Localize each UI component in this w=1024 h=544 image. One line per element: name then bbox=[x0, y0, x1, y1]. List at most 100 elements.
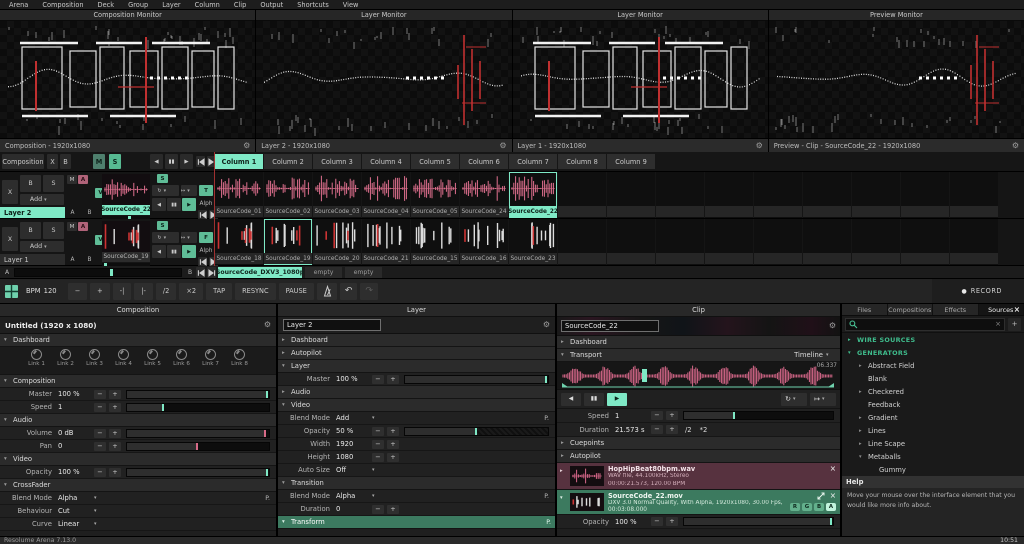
clip-cell-sourcecode-24[interactable]: SourceCode_24 bbox=[460, 172, 508, 218]
tab-files[interactable]: Files bbox=[842, 304, 888, 315]
empty-clip-cell[interactable] bbox=[852, 219, 900, 265]
decrement-button[interactable]: − bbox=[651, 411, 663, 420]
active-clip-name[interactable]: SourceCode_22 bbox=[102, 205, 150, 215]
layer-mute-button[interactable]: M bbox=[67, 222, 77, 231]
param-value[interactable]: 1 bbox=[58, 403, 94, 411]
transport-mode-button[interactable]: F bbox=[199, 232, 213, 243]
clear-layer-button[interactable]: X bbox=[2, 180, 18, 204]
increment-button[interactable]: + bbox=[666, 411, 678, 420]
column-header-8[interactable]: Column 8 bbox=[558, 154, 606, 169]
prev-frame-button[interactable]: ◀ bbox=[152, 245, 166, 258]
dashboard-link-2[interactable]: Link 2 bbox=[55, 349, 77, 374]
audio-file-card[interactable]: ▸HopHipBeat80bpm.wavWAV file, 44.100kHz,… bbox=[557, 463, 840, 490]
clip-cell-sourcecode-01[interactable]: SourceCode_01 bbox=[215, 172, 263, 218]
increment-button[interactable]: + bbox=[109, 442, 121, 451]
decrement-button[interactable]: − bbox=[372, 375, 384, 384]
layer-audio-button[interactable]: A bbox=[78, 175, 88, 184]
tree-item-checkered[interactable]: ▸Checkered bbox=[842, 385, 1024, 398]
bpm-button-item[interactable]: − bbox=[68, 283, 88, 300]
channel-g-chip[interactable]: G bbox=[802, 503, 812, 511]
param-value[interactable]: Cut bbox=[58, 507, 94, 515]
deck-tab-3[interactable]: empty bbox=[345, 267, 382, 278]
section-header-transform[interactable]: ▾TransformP. bbox=[278, 516, 555, 529]
alpha-blend-label[interactable]: Alph bbox=[198, 198, 214, 209]
settings-gear-icon[interactable]: ⚙ bbox=[264, 321, 271, 329]
param-value[interactable]: Alpha bbox=[336, 492, 372, 500]
clear-search-icon[interactable]: × bbox=[995, 320, 1001, 328]
dashboard-link-3[interactable]: Link 3 bbox=[84, 349, 106, 374]
param-value[interactable]: 50 % bbox=[336, 427, 372, 435]
column-header-6[interactable]: Column 6 bbox=[460, 154, 508, 169]
settings-gear-icon[interactable]: ⚙ bbox=[1012, 142, 1019, 150]
increment-button[interactable]: + bbox=[387, 505, 399, 514]
alpha-blend-label[interactable]: Alph bbox=[198, 245, 214, 256]
decrement-button[interactable]: − bbox=[94, 468, 106, 477]
empty-clip-cell[interactable] bbox=[754, 172, 802, 218]
param-value[interactable]: 1080 bbox=[336, 453, 372, 461]
section-header-autopilot[interactable]: ▸Autopilot bbox=[557, 450, 840, 463]
dashboard-link-8[interactable]: Link 8 bbox=[229, 349, 251, 374]
clip-waveform[interactable]: 06.337 bbox=[557, 362, 840, 390]
close-icon[interactable]: × bbox=[830, 465, 836, 473]
crossfade-b-assign[interactable]: B bbox=[85, 208, 94, 217]
decrement-button[interactable]: − bbox=[372, 440, 384, 449]
clip-cell-sourcecode-22[interactable]: SourceCode_22 bbox=[509, 172, 557, 218]
scale-button-2[interactable]: /2 bbox=[681, 426, 696, 434]
decrement-button[interactable]: − bbox=[372, 427, 384, 436]
column-header-5[interactable]: Column 5 bbox=[411, 154, 459, 169]
loop-mode-button[interactable]: ↻▾ bbox=[781, 393, 807, 406]
section-header-transport[interactable]: ▾TransportTimeline▾ bbox=[557, 349, 840, 362]
empty-clip-cell[interactable] bbox=[754, 219, 802, 265]
param-slider[interactable] bbox=[683, 411, 834, 420]
param-value[interactable]: 100 % bbox=[58, 390, 94, 398]
clip-cell-sourcecode-20[interactable]: SourceCode_20 bbox=[313, 219, 361, 265]
decrement-button[interactable]: − bbox=[94, 442, 106, 451]
clip-cell-sourcecode-23[interactable]: SourceCode_23 bbox=[509, 219, 557, 265]
menu-arena[interactable]: Arena bbox=[2, 1, 35, 9]
param-value[interactable]: 100 % bbox=[615, 518, 651, 526]
param-value[interactable]: Off bbox=[336, 466, 372, 474]
tree-item-gummy[interactable]: Gummy bbox=[842, 463, 1024, 476]
decrement-button[interactable]: − bbox=[94, 429, 106, 438]
clip-cell-sourcecode-05[interactable]: SourceCode_05 bbox=[411, 172, 459, 218]
empty-clip-cell[interactable] bbox=[607, 172, 655, 218]
dashboard-link-6[interactable]: Link 6 bbox=[171, 349, 193, 374]
section-header-composition[interactable]: ▾Composition bbox=[0, 375, 276, 388]
active-clip-name[interactable]: SourceCode_19 bbox=[102, 252, 150, 262]
empty-clip-cell[interactable] bbox=[705, 172, 753, 218]
clear-all-button[interactable]: X bbox=[47, 154, 58, 169]
bpm-button-item[interactable]: + bbox=[90, 283, 110, 300]
bypass-layer-button[interactable]: B bbox=[20, 175, 41, 192]
column-header-7[interactable]: Column 7 bbox=[509, 154, 557, 169]
settings-gear-icon[interactable]: ⚙ bbox=[243, 142, 250, 150]
increment-button[interactable]: + bbox=[387, 427, 399, 436]
empty-clip-cell[interactable] bbox=[901, 219, 949, 265]
clip-cell-sourcecode-03[interactable]: SourceCode_03 bbox=[313, 172, 361, 218]
tree-item-line-scape[interactable]: ▸Line Scape bbox=[842, 437, 1024, 450]
increment-button[interactable]: + bbox=[109, 429, 121, 438]
record-button[interactable]: ●RECORD bbox=[932, 279, 1024, 303]
deck-tab-2[interactable]: empty bbox=[305, 267, 342, 278]
section-header-transition[interactable]: ▾Transition bbox=[278, 477, 555, 490]
empty-clip-cell[interactable] bbox=[950, 172, 998, 218]
section-header-video[interactable]: ▾Video bbox=[278, 399, 555, 412]
prev-column-button[interactable]: ◀ bbox=[150, 154, 163, 169]
bypass-layer-button[interactable]: B bbox=[20, 222, 41, 239]
search-box[interactable]: × bbox=[845, 318, 1005, 331]
layer-name[interactable]: Layer 2 bbox=[0, 207, 65, 218]
skip-forward-button[interactable] bbox=[207, 267, 216, 278]
solo-layer-button[interactable]: S bbox=[43, 222, 64, 239]
expand-icon[interactable] bbox=[817, 492, 825, 500]
layer-audio-button[interactable]: A bbox=[78, 222, 88, 231]
settings-gear-icon[interactable]: ⚙ bbox=[543, 321, 550, 329]
transport-mode-dropdown[interactable]: Timeline▾ bbox=[794, 351, 836, 359]
skip-back-button[interactable] bbox=[196, 267, 205, 278]
bpm-button-pause[interactable]: PAUSE bbox=[279, 283, 314, 300]
increment-button[interactable]: + bbox=[387, 375, 399, 384]
param-value[interactable]: Add bbox=[336, 414, 372, 422]
section-header-dashboard[interactable]: ▾Dashboard bbox=[0, 334, 276, 347]
bpm-button-2[interactable]: /2 bbox=[156, 283, 176, 300]
prev-frame-button[interactable]: ◀ bbox=[152, 198, 166, 211]
search-input[interactable] bbox=[861, 320, 992, 328]
empty-clip-cell[interactable] bbox=[901, 172, 949, 218]
